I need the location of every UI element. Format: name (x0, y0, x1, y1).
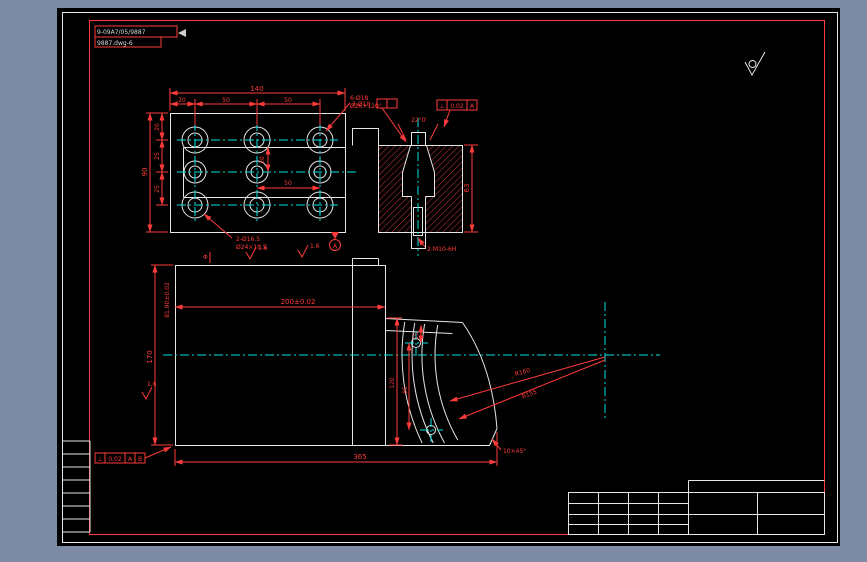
doc-label-2: 9887.dwg-6 (97, 40, 133, 47)
roughness-2: 1.6 (310, 243, 320, 250)
dim-50a: 50 (222, 97, 230, 104)
fcf-tolerance: 0.02 (450, 103, 464, 110)
dim-63: 63 (463, 184, 471, 193)
roughness-left: 1.6 (147, 381, 157, 388)
dim-365: 365 (353, 453, 366, 461)
dim-p50: 50 (284, 180, 292, 187)
dim-bore: 81.90±0.02 (164, 282, 171, 318)
note-thread: 2-M10-6H (427, 246, 456, 253)
note-cbore-1: 2-Ø16.5 (236, 236, 260, 243)
phi-mark: Φ (203, 254, 208, 261)
note-3d10: 3-Ø10 (352, 101, 371, 108)
dim-20a: 20 (178, 97, 186, 104)
dim-140: 140 (250, 85, 263, 93)
dim-h25a: 25 (154, 152, 161, 160)
dim-120: 120 (389, 377, 396, 389)
dim-85: 85 (402, 386, 409, 394)
dim-170: 170 (146, 350, 154, 363)
roughness-1: 1.6 (258, 245, 268, 252)
dim-p20: 20 (259, 156, 266, 164)
fcf-symbol: ⊥ (439, 103, 444, 110)
dim-90: 90 (141, 168, 149, 177)
dim-h25b: 25 (154, 185, 161, 193)
dim-h20: 20 (154, 123, 161, 131)
fcf-tolerance: 0.02 (108, 456, 122, 463)
cad-window: 9-09A7/05/9887 9887.dwg-6 140 20 50 50 9… (0, 0, 867, 562)
drawing-canvas[interactable] (57, 8, 840, 546)
fcf-datum-2: B (138, 456, 142, 463)
fcf-symbol: ⊥ (97, 456, 102, 463)
dim-angle: 22°0′ (411, 117, 427, 124)
note-chamfer: 10×45° (503, 448, 526, 455)
dim-15: 15 (413, 332, 420, 340)
doc-label-1: 9-09A7/05/9887 (97, 29, 146, 36)
dim-200: 200±0.02 (281, 298, 316, 306)
dim-50b: 50 (284, 97, 292, 104)
